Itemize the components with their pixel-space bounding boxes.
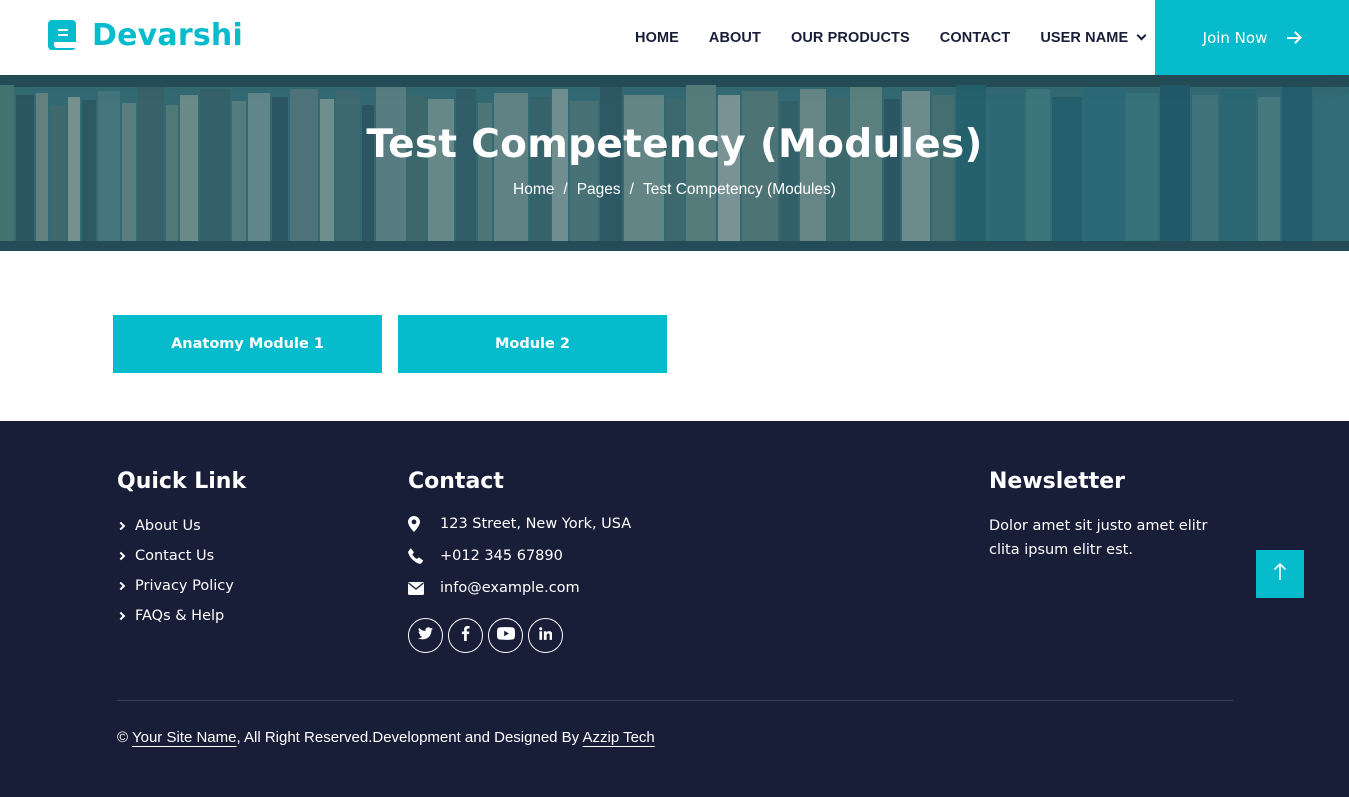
- nav-about[interactable]: ABOUT: [694, 30, 776, 46]
- copyright: © Your Site Name, All Right Reserved.Dev…: [117, 729, 655, 746]
- page-title: Test Competency (Modules): [366, 122, 983, 167]
- footer-divider: [117, 700, 1233, 701]
- contact-phone-text: +012 345 67890: [440, 548, 563, 564]
- footer-link-label: FAQs & Help: [135, 608, 225, 624]
- footer-link-label: About Us: [135, 518, 201, 534]
- main-nav: HOME ABOUT OUR PRODUCTS CONTACT USER NAM…: [620, 0, 1160, 75]
- envelope-icon: [408, 581, 428, 595]
- chevron-right-icon: [116, 521, 126, 531]
- contact-address: 123 Street, New York, USA: [408, 516, 631, 532]
- facebook-icon: [461, 625, 470, 646]
- breadcrumb-current: Test Competency (Modules): [642, 181, 836, 198]
- copyright-text: , All Right Reserved.Development and Des…: [236, 729, 583, 746]
- arrow-right-icon: [1287, 30, 1303, 45]
- footer-link-contact-us[interactable]: Contact Us: [116, 548, 215, 564]
- twitter-link[interactable]: [408, 618, 443, 653]
- contact-address-text: 123 Street, New York, USA: [440, 516, 632, 532]
- contact-email-text: info@example.com: [440, 580, 580, 596]
- breadcrumb-separator: /: [563, 181, 568, 198]
- nav-home[interactable]: HOME: [620, 30, 694, 46]
- nav-user-name-dropdown[interactable]: USER NAME: [1025, 30, 1160, 46]
- breadcrumb: Home / Pages / Test Competency (Modules): [0, 181, 1349, 199]
- contact-heading: Contact: [408, 469, 504, 494]
- phone-icon: [408, 548, 428, 564]
- join-now-button[interactable]: Join Now: [1155, 0, 1349, 75]
- linkedin-link[interactable]: [528, 618, 563, 653]
- footer-link-privacy-policy[interactable]: Privacy Policy: [116, 578, 234, 594]
- youtube-icon: [496, 626, 515, 645]
- footer-link-about-us[interactable]: About Us: [116, 518, 201, 534]
- social-links: [408, 618, 563, 653]
- footer: Quick Link About Us Contact Us Privacy P…: [0, 421, 1349, 797]
- join-now-label: Join Now: [1202, 28, 1268, 47]
- chevron-right-icon: [116, 581, 126, 591]
- footer-link-label: Privacy Policy: [135, 578, 234, 594]
- newsletter-text: Dolor amet sit justo amet elitr clita ip…: [989, 518, 1208, 558]
- module-button-module-2[interactable]: Module 2: [398, 315, 667, 373]
- back-to-top-button[interactable]: [1256, 550, 1304, 598]
- breadcrumb-pages[interactable]: Pages: [577, 181, 621, 198]
- arrow-up-icon: [1273, 562, 1287, 586]
- contact-phone: +012 345 67890: [408, 548, 563, 564]
- chevron-down-icon: [1136, 30, 1147, 41]
- contact-email: info@example.com: [408, 580, 580, 596]
- facebook-link[interactable]: [448, 618, 483, 653]
- footer-link-label: Contact Us: [135, 548, 215, 564]
- map-marker-icon: [408, 516, 428, 532]
- copyright-symbol: ©: [117, 729, 129, 746]
- nav-our-products[interactable]: OUR PRODUCTS: [776, 30, 925, 46]
- footer-link-faqs-help[interactable]: FAQs & Help: [116, 608, 225, 624]
- chevron-right-icon: [116, 551, 126, 561]
- breadcrumb-separator: /: [629, 181, 634, 198]
- chevron-right-icon: [116, 611, 126, 621]
- brand-logo[interactable]: Devarshi: [48, 19, 243, 53]
- navbar: Devarshi HOME ABOUT OUR PRODUCTS CONTACT…: [0, 0, 1349, 75]
- brand-name: Devarshi: [92, 18, 243, 53]
- quick-link-heading: Quick Link: [117, 469, 247, 494]
- youtube-link[interactable]: [488, 618, 523, 653]
- linkedin-icon: [539, 626, 553, 645]
- book-icon: [48, 20, 78, 52]
- nav-contact[interactable]: CONTACT: [925, 30, 1026, 46]
- designer-link[interactable]: Azzip Tech: [583, 729, 655, 746]
- module-button-anatomy-module-1[interactable]: Anatomy Module 1: [113, 315, 382, 373]
- site-name-link[interactable]: Your Site Name: [132, 729, 237, 746]
- twitter-icon: [418, 626, 433, 645]
- breadcrumb-home[interactable]: Home: [513, 181, 554, 198]
- user-name-label: USER NAME: [1040, 29, 1129, 46]
- page-header: Test Competency (Modules) Home / Pages / Tes…: [0, 75, 1349, 251]
- newsletter-heading: Newsletter: [989, 469, 1126, 494]
